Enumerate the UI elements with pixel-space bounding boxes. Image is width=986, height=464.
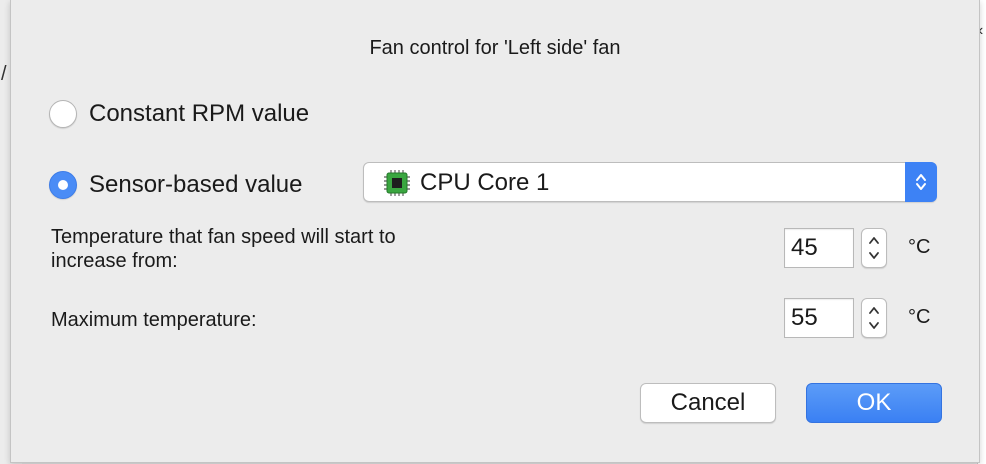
dialog-title: Fan control for 'Left side' fan <box>369 37 621 59</box>
sensor-based-label: Sensor-based value <box>89 171 303 198</box>
max-temperature-unit: °C <box>908 306 931 328</box>
stepper-arrows-icon <box>869 307 879 329</box>
background-partial-glyph: / <box>1 63 7 85</box>
max-temperature-label: Maximum temperature: <box>51 309 257 331</box>
cancel-button[interactable]: Cancel <box>640 383 776 423</box>
sensor-based-radio[interactable] <box>49 171 77 199</box>
sensor-based-option[interactable]: Sensor-based value <box>49 171 302 199</box>
start-temperature-label: Temperature that fan speed will start to… <box>51 226 396 272</box>
ok-button[interactable]: OK <box>806 383 942 423</box>
select-arrows-icon[interactable] <box>905 162 937 202</box>
max-temperature-stepper[interactable] <box>861 298 887 338</box>
max-temperature-input[interactable]: 55 <box>784 298 854 338</box>
start-temperature-input[interactable]: 45 <box>784 228 854 268</box>
constant-rpm-radio[interactable] <box>49 100 77 128</box>
constant-rpm-option[interactable]: Constant RPM value <box>49 100 309 128</box>
stepper-arrows-icon <box>869 237 879 259</box>
start-temperature-unit: °C <box>908 236 931 258</box>
constant-rpm-label: Constant RPM value <box>89 100 310 127</box>
sensor-select[interactable]: CPU Core 1 <box>363 162 937 202</box>
sensor-select-value: CPU Core 1 <box>420 169 550 196</box>
cpu-chip-icon <box>384 170 410 196</box>
fan-control-dialog: Fan control for 'Left side' fan Constant… <box>10 0 980 463</box>
start-temperature-stepper[interactable] <box>861 228 887 268</box>
